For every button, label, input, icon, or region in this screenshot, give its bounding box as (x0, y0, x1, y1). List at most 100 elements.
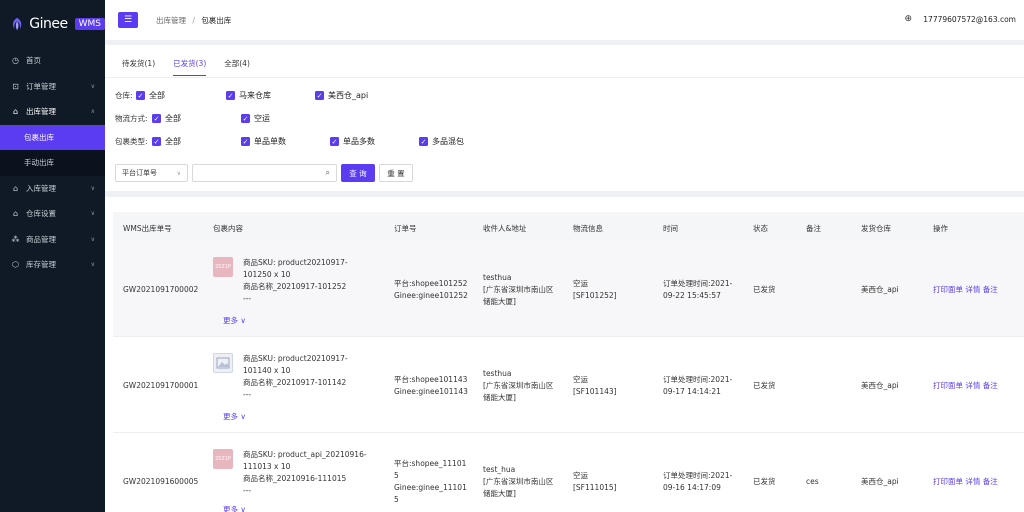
globe-icon[interactable]: ⊕ (904, 14, 912, 24)
sidebar-item-label: 首页 (26, 56, 41, 66)
note-link[interactable]: 备注 (983, 477, 998, 486)
logistics-method: 空运 (573, 279, 588, 288)
print-label-link[interactable]: 打印面单 (933, 477, 963, 486)
sku-line-2: 101140 x 10 (243, 366, 291, 375)
search-icon[interactable]: ⌕ (326, 168, 330, 178)
detail-link[interactable]: 详情 (965, 477, 980, 486)
sidebar-item-label: 订单管理 (26, 81, 56, 91)
sidebar-item-home[interactable]: ◷ 首页 (0, 48, 105, 74)
note-text: ces (806, 477, 819, 486)
breadcrumb: 出库管理 / 包裹出库 (156, 15, 231, 26)
sidebar-item-label: 库存管理 (26, 260, 56, 270)
product-dash: --- (243, 486, 252, 495)
print-label-link[interactable]: 打印面单 (933, 285, 963, 294)
menu-toggle-button[interactable]: ☰ (118, 12, 138, 28)
search-input[interactable]: ⌕ (192, 164, 337, 182)
sidebar-item-products[interactable]: ⁂ 商品管理 ∨ (0, 227, 105, 253)
process-time-1: 订单处理时间:2021- (663, 375, 733, 384)
logo[interactable]: Ginee WMS (0, 0, 105, 48)
reset-button[interactable]: 重 置 (379, 164, 413, 182)
tracking-no: [SF101143] (573, 387, 617, 396)
note-link[interactable]: 备注 (983, 285, 998, 294)
checkbox-warehouse-all[interactable]: ✓ 全部 (136, 90, 165, 101)
chevron-down-icon: ∨ (90, 235, 95, 243)
note-link[interactable]: 备注 (983, 381, 998, 390)
chevron-down-icon: ∨ (90, 184, 95, 192)
table-row[interactable]: GW2021091700001 商品SKU: product20210917- … (113, 338, 1024, 433)
recipient-address-1: [广东省深圳市南山区 (483, 477, 554, 486)
checkbox-package-mixed[interactable]: ✓ 多品混包 (419, 136, 464, 147)
checkbox-checked-icon: ✓ (152, 114, 161, 123)
checkbox-checked-icon: ✓ (226, 91, 235, 100)
checkbox-warehouse-malaysia[interactable]: ✓ 马来仓库 (226, 90, 271, 101)
inventory-icon: ⬡ (12, 260, 19, 270)
tab-shipped[interactable]: 已发货(3) (173, 58, 207, 76)
product-icon: ⁂ (11, 234, 20, 244)
logistics-method: 空运 (573, 375, 588, 384)
tab-divider (105, 77, 1024, 78)
more-link[interactable]: 更多 ∨ (223, 315, 246, 326)
sidebar-item-label: 出库管理 (26, 107, 56, 117)
recipient-name: testhua (483, 369, 512, 378)
chevron-down-icon: ∨ (240, 316, 246, 325)
detail-link[interactable]: 详情 (965, 285, 980, 294)
sidebar-subitem-manual-outbound[interactable]: 手动出库 (0, 150, 105, 176)
thumbnail-text: 2021P (215, 456, 231, 462)
checkbox-logistics-all[interactable]: ✓ 全部 (152, 113, 181, 124)
table-row[interactable]: GW2021091600005 2021P 商品SKU: product_api… (113, 434, 1024, 512)
checkbox-logistics-air[interactable]: ✓ 空运 (241, 113, 270, 124)
thumbnail-text: 2021P (215, 264, 231, 270)
column-header: 操作 (933, 224, 948, 233)
breadcrumb-parent[interactable]: 出库管理 (156, 16, 186, 25)
column-header: 状态 (753, 224, 768, 233)
sidebar-item-inventory[interactable]: ⬡ 库存管理 ∨ (0, 252, 105, 278)
user-email[interactable]: 17779607572@163.com (923, 15, 1016, 24)
more-link[interactable]: 更多 ∨ (223, 504, 246, 512)
order-platform-cont: 5 (394, 471, 399, 480)
sidebar-item-inbound[interactable]: ⌂ 入库管理 ∨ (0, 176, 105, 202)
print-label-link[interactable]: 打印面单 (933, 381, 963, 390)
checkbox-package-single-single[interactable]: ✓ 单品单数 (241, 136, 286, 147)
tab-pending[interactable]: 待发货(1) (122, 58, 155, 76)
ship-warehouse: 美西仓_api (861, 381, 899, 390)
sidebar-item-orders[interactable]: ⊡ 订单管理 ∨ (0, 74, 105, 100)
column-header: 物流信息 (573, 224, 603, 233)
table-row[interactable]: GW2021091700002 2021P 商品SKU: product2021… (113, 242, 1024, 337)
checkbox-label: 全部 (165, 114, 181, 123)
product-dash: --- (243, 294, 252, 303)
detail-link[interactable]: 详情 (965, 381, 980, 390)
more-link[interactable]: 更多 ∨ (223, 411, 246, 422)
dashboard-icon: ◷ (12, 56, 19, 66)
filter-label-warehouse: 仓库: (115, 91, 133, 100)
checkbox-package-single-multi[interactable]: ✓ 单品多数 (330, 136, 375, 147)
select-value: 平台订单号 (122, 169, 157, 177)
wms-order-no: GW2021091700002 (123, 285, 199, 294)
product-dash: --- (243, 390, 252, 399)
status-text: 已发货 (753, 477, 776, 486)
sku-line-1: 商品SKU: product20210917- (243, 354, 348, 363)
checkbox-checked-icon: ✓ (419, 137, 428, 146)
search-field-select[interactable]: 平台订单号 ∨ (115, 164, 188, 182)
tab-all[interactable]: 全部(4) (224, 58, 250, 76)
chevron-down-icon: ∨ (240, 505, 246, 512)
sidebar-subitem-package-outbound[interactable]: 包裹出库 (0, 124, 105, 150)
more-label: 更多 (223, 316, 238, 325)
wms-order-no: GW2021091700001 (123, 381, 199, 390)
sidebar-item-outbound[interactable]: ⌂ 出库管理 ∧ (0, 99, 105, 125)
order-ginee: Ginee:ginee101143 (394, 387, 468, 396)
recipient-name: test_hua (483, 465, 516, 474)
checkbox-warehouse-uswest[interactable]: ✓ 美西仓_api (315, 90, 368, 101)
sidebar: Ginee WMS ◷ 首页 ⊡ 订单管理 ∨ ⌂ 出库管理 ∧ 包裹出库 手动… (0, 0, 105, 512)
query-button[interactable]: 查 询 (341, 164, 375, 182)
status-text: 已发货 (753, 285, 776, 294)
sidebar-item-warehouse-settings[interactable]: ⌂ 仓库设置 ∨ (0, 201, 105, 227)
order-ginee: Ginee:ginee101252 (394, 291, 468, 300)
checkbox-package-all[interactable]: ✓ 全部 (152, 136, 181, 147)
row-actions: 打印面单 详情 备注 (933, 476, 998, 487)
ship-warehouse: 美西仓_api (861, 477, 899, 486)
ginee-logo-icon (12, 17, 22, 31)
image-icon (216, 357, 230, 369)
column-header: 收件人&地址 (483, 224, 527, 233)
column-header: 时间 (663, 224, 678, 233)
image-placeholder-icon (213, 353, 233, 373)
